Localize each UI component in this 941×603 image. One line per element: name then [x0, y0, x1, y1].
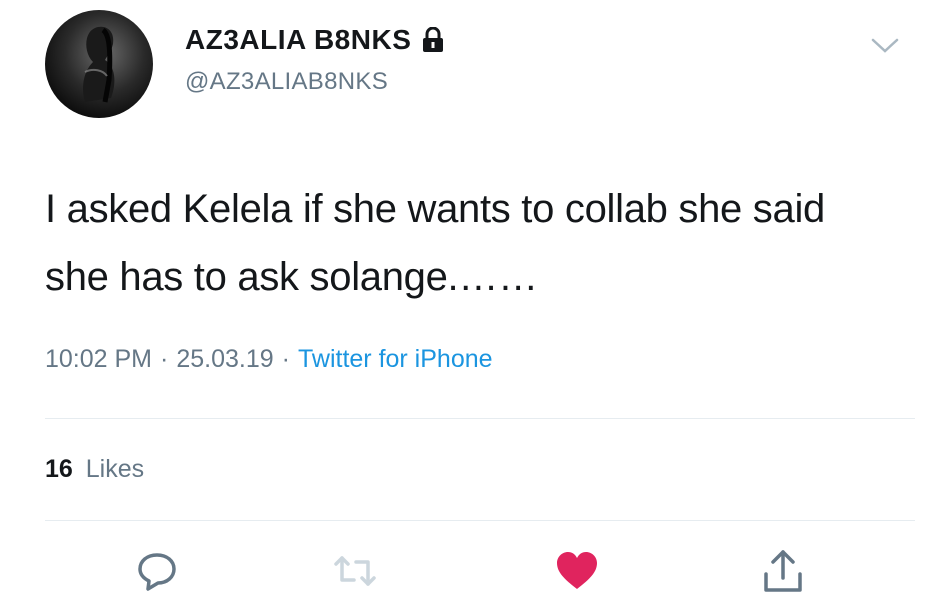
divider — [45, 520, 915, 521]
tweet-time[interactable]: 10:02 PM — [45, 345, 152, 374]
likes-count: 16 — [45, 455, 73, 483]
tweet-text: I asked Kelela if she wants to collab sh… — [45, 175, 905, 311]
user-name-row: AZ3ALIA B8NKS — [185, 24, 445, 56]
divider — [45, 418, 915, 419]
chevron-down-icon[interactable] — [870, 36, 900, 56]
tweet-meta: 10:02 PM · 25.03.19 · Twitter for iPhone — [45, 345, 493, 374]
share-icon — [764, 550, 802, 592]
avatar-photo — [83, 26, 115, 103]
tweet-date[interactable]: 25.03.19 — [176, 345, 273, 374]
likes-stat[interactable]: 16 Likes — [45, 455, 144, 484]
like-button[interactable] — [554, 548, 600, 594]
tweet-text-line-2: she has to ask solange.…… — [45, 255, 538, 299]
avatar[interactable] — [45, 10, 153, 118]
meta-separator: · — [160, 345, 169, 373]
meta-separator: · — [281, 345, 290, 373]
retweet-button[interactable] — [332, 548, 378, 594]
reply-icon — [138, 553, 176, 591]
reply-button[interactable] — [134, 548, 180, 594]
display-name[interactable]: AZ3ALIA B8NKS — [185, 24, 411, 56]
lock-icon — [423, 27, 444, 52]
tweet-source-link[interactable]: Twitter for iPhone — [298, 345, 493, 374]
tweet-text-line-1: I asked Kelela if she wants to collab sh… — [45, 187, 825, 231]
retweet-icon — [334, 556, 376, 586]
likes-label: Likes — [85, 455, 145, 483]
user-handle[interactable]: @AZ3ALIAB8NKS — [185, 68, 388, 96]
like-icon — [557, 552, 597, 589]
share-button[interactable] — [760, 548, 806, 594]
